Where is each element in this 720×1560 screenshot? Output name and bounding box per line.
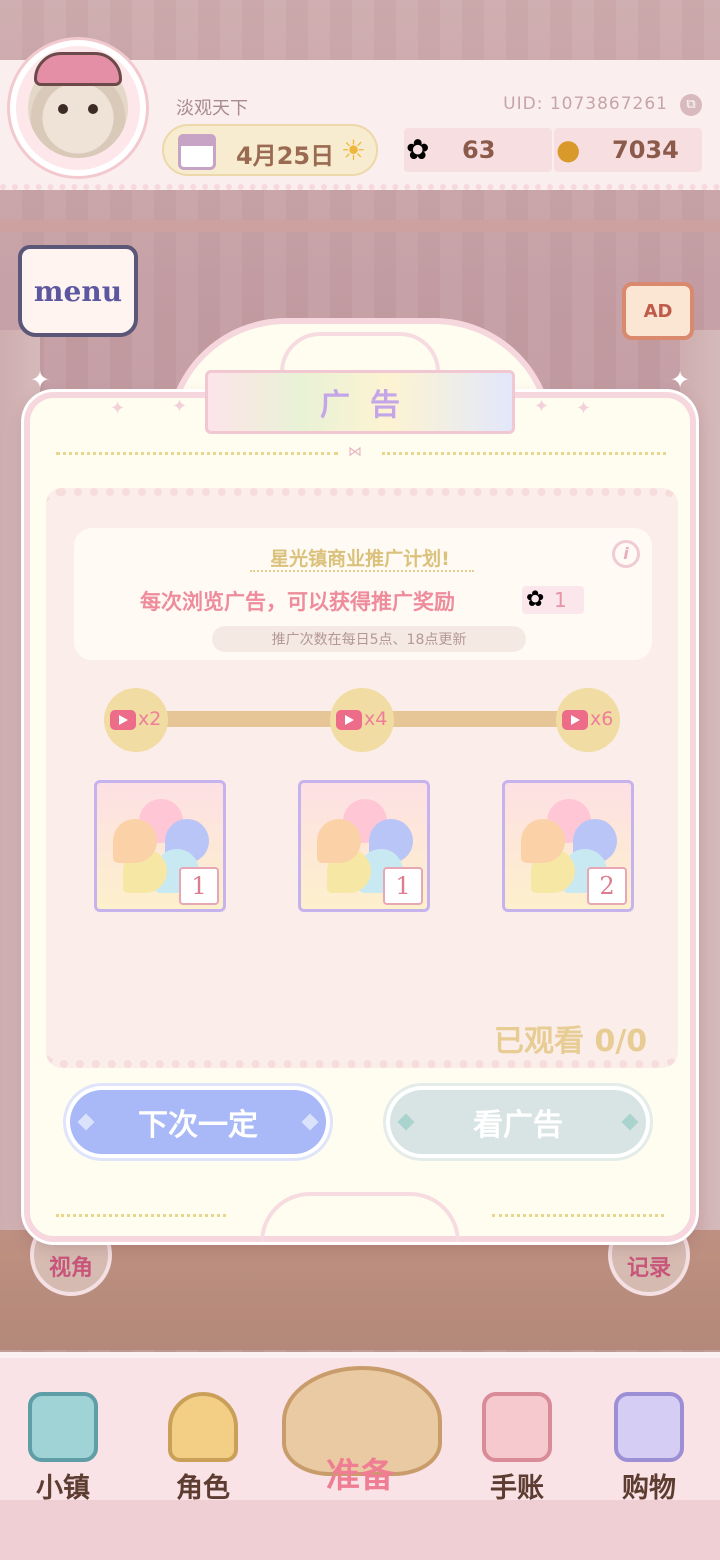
avatar-hat-icon [34, 52, 122, 86]
reward-count: 2 [587, 867, 627, 905]
diamond-icon [397, 1113, 415, 1131]
username: 淡观天下 [176, 98, 248, 119]
diamond-icon [301, 1113, 319, 1131]
rainbow-flower-icon: ✿ [406, 133, 430, 166]
video-play-icon [336, 710, 362, 730]
view-label: 视角 [48, 1256, 93, 1281]
sparkle-icon: ✦ [576, 398, 592, 419]
avatar-eye-right [88, 104, 98, 114]
watch-ad-label: 看广告 [473, 1108, 563, 1143]
sparkle-icon: ✦ [110, 398, 126, 419]
nav-prepare-label: 准备 [326, 1456, 394, 1496]
watched-count: 已观看 0/0 [494, 1024, 648, 1059]
milestone-label: x4 [364, 708, 388, 730]
divider [382, 452, 666, 455]
character-icon [168, 1392, 238, 1462]
map-icon [28, 1392, 98, 1462]
info-reward-count: 1 [554, 588, 567, 612]
video-play-icon [110, 710, 136, 730]
calendar-icon [178, 134, 216, 170]
crest-ornament [280, 332, 440, 372]
video-play-icon [562, 710, 588, 730]
reward-card[interactable]: 1 [94, 780, 226, 912]
nav-town-label: 小镇 [36, 1473, 90, 1504]
journal-icon [482, 1392, 552, 1462]
nav-town[interactable]: 小镇 [8, 1392, 118, 1512]
nav-prepare[interactable]: 准备 [262, 1326, 458, 1526]
reward-count: 1 [383, 867, 423, 905]
record-label: 记录 [626, 1256, 671, 1281]
divider [56, 452, 338, 455]
avatar-eye-left [58, 104, 68, 114]
diamond-icon [621, 1113, 639, 1131]
top-hud: 淡观天下 UID: 1073867261 ⧉ 4月25日 ☀ ✿ 63 ● 70… [0, 0, 720, 200]
coin-icon: ● [556, 133, 581, 166]
menu-label: menu [33, 274, 123, 308]
diamond-icon [77, 1113, 95, 1131]
nav-role-label: 角色 [176, 1473, 230, 1504]
date-text: 4月25日 [236, 142, 335, 170]
watch-ad-button[interactable]: 看广告 [390, 1090, 646, 1154]
next-time-label: 下次一定 [138, 1108, 258, 1143]
divider [492, 1214, 664, 1217]
flower-currency[interactable]: ✿ 63 [404, 128, 552, 172]
milestone: x2 [104, 688, 168, 752]
nav-role[interactable]: 角色 [148, 1392, 258, 1512]
ad-label: AD [643, 300, 673, 322]
next-time-button[interactable]: 下次一定 [70, 1090, 326, 1154]
avatar-face-icon [28, 52, 128, 158]
info-reward-badge: ✿ 1 [522, 586, 584, 614]
divider [56, 1214, 226, 1217]
bottom-ornament [260, 1192, 460, 1242]
ad-tv-button[interactable]: AD [622, 282, 694, 340]
flower-count: 63 [462, 136, 496, 164]
dialog-title: 广告 [320, 388, 420, 423]
milestone: x6 [556, 688, 620, 752]
menu-button[interactable]: menu [18, 245, 138, 337]
info-main-text: 每次浏览广告，可以获得推广奖励 [140, 590, 455, 614]
sparkle-icon: ✦ [172, 396, 188, 417]
coin-count: 7034 [612, 136, 679, 164]
bow-icon: ⋈ [348, 444, 362, 460]
milestone-label: x6 [590, 708, 614, 730]
copy-icon[interactable]: ⧉ [680, 94, 702, 116]
user-id: UID: 1073867261 [503, 94, 668, 114]
dialog-title-ribbon: 广告 [205, 370, 515, 434]
sun-icon: ☀ [340, 134, 366, 167]
rainbow-flower-icon: ✿ [526, 587, 545, 612]
milestone: x4 [330, 688, 394, 752]
sparkle-icon: ✦ [30, 366, 51, 394]
shopping-bag-icon [614, 1392, 684, 1462]
nav-shop[interactable]: 购物 [594, 1392, 704, 1512]
nav-journal[interactable]: 手账 [462, 1392, 572, 1512]
info-note: 推广次数在每日5点、18点更新 [271, 632, 467, 648]
info-underline [250, 570, 474, 572]
avatar[interactable] [10, 40, 146, 176]
nav-journal-label: 手账 [490, 1473, 544, 1504]
sparkle-icon: ✦ [670, 366, 691, 394]
date-pill: 4月25日 ☀ [162, 124, 378, 176]
reward-card[interactable]: 2 [502, 780, 634, 912]
milestone-label: x2 [138, 708, 162, 730]
reward-count: 1 [179, 867, 219, 905]
sparkle-icon: ✦ [534, 396, 550, 417]
info-icon[interactable]: i [612, 540, 640, 568]
nav-shop-label: 购物 [622, 1473, 676, 1504]
reward-card[interactable]: 1 [298, 780, 430, 912]
coin-currency[interactable]: ● 7034 [554, 128, 702, 172]
